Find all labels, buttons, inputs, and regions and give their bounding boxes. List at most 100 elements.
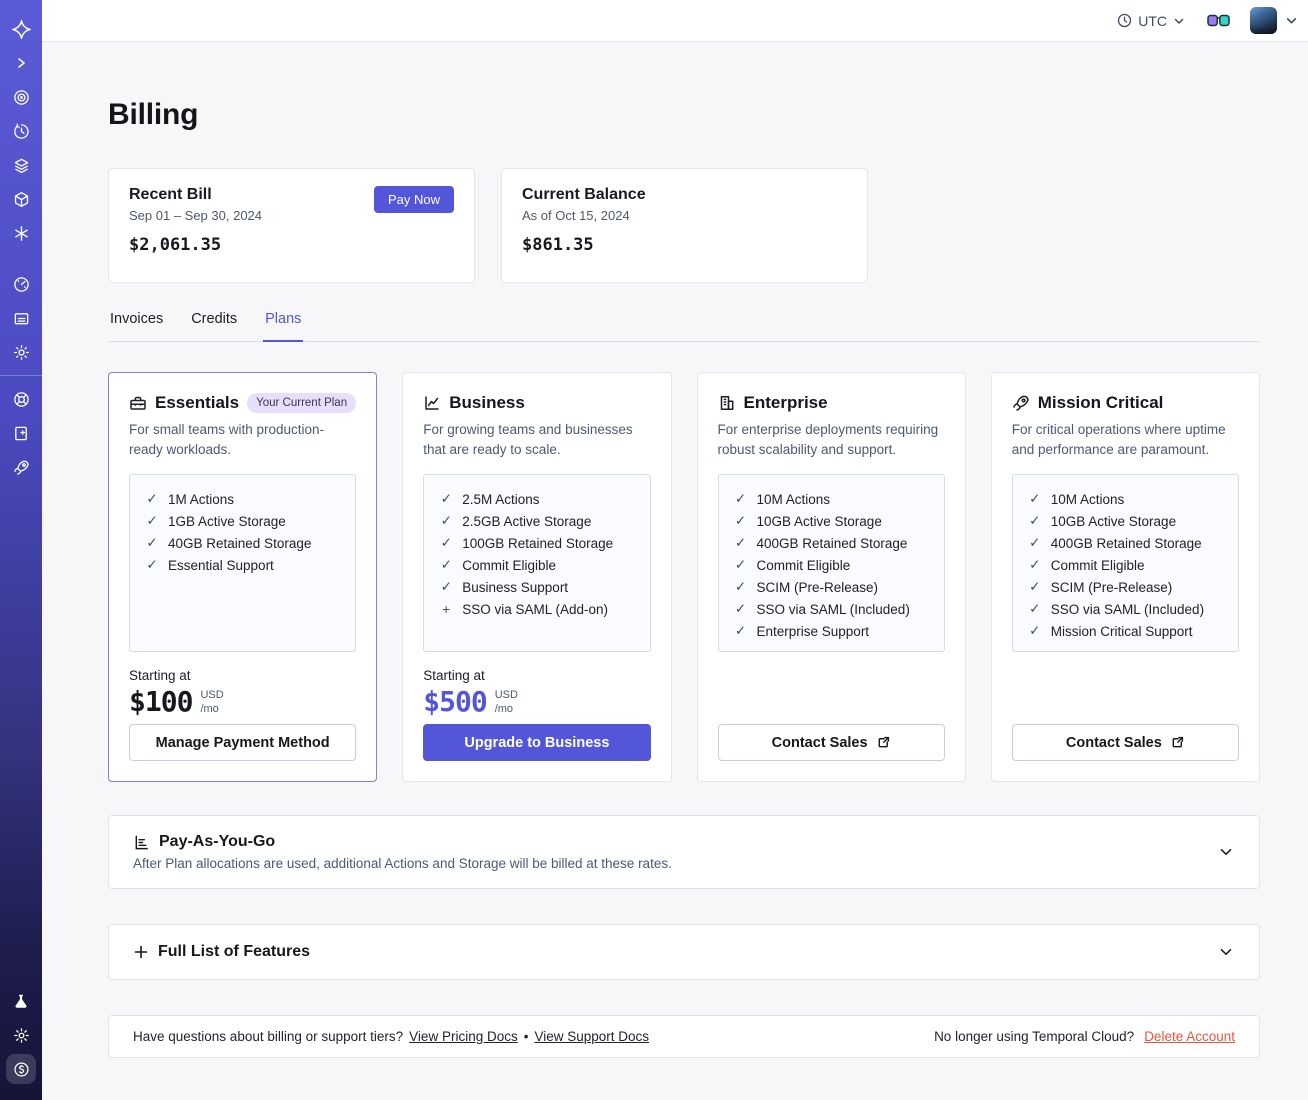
plan-feature-item: ✓ 1M Actions (145, 488, 340, 510)
check-icon: ✓ (734, 623, 747, 638)
temporal-logo-icon[interactable] (0, 12, 42, 46)
plan-price-block: Starting at $100 USD/mo (129, 668, 356, 718)
chevron-right-icon[interactable] (0, 46, 42, 80)
sidebar-item-billing-active[interactable] (0, 1052, 42, 1086)
plan-feature-item: ✓ 2.5GB Active Storage (439, 510, 634, 532)
delete-account-link[interactable]: Delete Account (1144, 1029, 1235, 1044)
sun-icon[interactable] (0, 1018, 42, 1052)
check-icon: ✓ (1029, 513, 1041, 528)
book-icon[interactable] (0, 416, 42, 450)
chevron-down-icon[interactable] (1217, 943, 1235, 961)
plan-feature-item: ✓ SCIM (Pre-Release) (1028, 576, 1223, 598)
cube-icon[interactable] (0, 182, 42, 216)
view-support-docs-link[interactable]: View Support Docs (534, 1029, 649, 1044)
plan-feature-text: 10GB Active Storage (756, 513, 882, 529)
plan-feature-item: ✓ 400GB Retained Storage (734, 532, 929, 554)
check-icon: ✓ (440, 535, 452, 550)
flask-icon[interactable] (0, 984, 42, 1018)
plan-feature-item: ✓ 40GB Retained Storage (145, 532, 340, 554)
asterisk-icon[interactable] (0, 216, 42, 250)
account-chevron-down-icon[interactable] (1285, 14, 1298, 27)
plan-feature-item: ✓ 1GB Active Storage (145, 510, 340, 532)
plan-name: Essentials (155, 393, 240, 412)
gear-icon[interactable] (0, 335, 42, 369)
sidebar-divider (0, 375, 42, 376)
pay-now-button[interactable]: Pay Now (373, 186, 454, 213)
recent-bill-card: Recent Bill Sep 01 – Sep 30, 2024 $2,061… (108, 168, 475, 283)
check-icon: ✓ (1029, 535, 1041, 550)
check-icon: ✓ (440, 491, 452, 506)
check-icon: ✓ (146, 557, 158, 572)
plan-feature-item: ✓ SCIM (Pre-Release) (734, 576, 929, 598)
tab-plans[interactable]: Plans (263, 311, 304, 342)
main-content: Billing Recent Bill Sep 01 – Sep 30, 202… (42, 42, 1308, 1100)
contact-sales-button[interactable]: Contact Sales (1011, 724, 1239, 761)
timezone-selector[interactable]: UTC (1117, 13, 1185, 29)
sidebar (0, 0, 42, 1100)
tab-invoices[interactable]: Invoices (108, 311, 165, 341)
clock-icon (1118, 13, 1132, 28)
plan-card-enterprise: Enterprise For enterprise deployments re… (696, 372, 966, 782)
current-balance-amount: $861.35 (522, 235, 594, 255)
plan-feature-item: ✓ SSO via SAML (Included) (1028, 598, 1223, 620)
current-balance-card: Current Balance As of Oct 15, 2024 $861.… (501, 168, 868, 283)
summary-row: Recent Bill Sep 01 – Sep 30, 2024 $2,061… (108, 168, 1260, 283)
plan-period: /mo (494, 703, 514, 716)
plan-feature-text: 10M Actions (756, 491, 831, 507)
plan-feature-item: ✓ Commit Eligible (1028, 554, 1223, 576)
plan-feature-item: ✓ Commit Eligible (734, 554, 929, 576)
plan-feature-text: SSO via SAML (Add-on) (462, 601, 609, 617)
plan-feature-item: ✓ 10GB Active Storage (1028, 510, 1223, 532)
chevron-down-icon[interactable] (1217, 843, 1235, 861)
accordion-title: Pay-As-You-Go (159, 833, 276, 850)
plan-card-mission-critical: Mission Critical For critical operations… (990, 372, 1260, 782)
check-icon: ✓ (440, 513, 452, 528)
chart-trend-icon (423, 394, 441, 412)
rocket-icon[interactable] (0, 450, 42, 484)
check-icon: ✓ (146, 491, 158, 506)
plan-feature-text: Mission Critical Support (1050, 623, 1193, 639)
upgrade-to-business-button[interactable]: Upgrade to Business (423, 724, 651, 761)
clock-icon[interactable] (0, 114, 42, 148)
plan-feature-item: ✓ 10GB Active Storage (734, 510, 929, 532)
plan-description: For critical operations where uptime and… (1011, 422, 1226, 457)
starting-at-label: Starting at (129, 668, 191, 683)
plan-feature-item: ✓ 400GB Retained Storage (1028, 532, 1223, 554)
user-avatar[interactable] (1250, 7, 1277, 34)
plan-name: Mission Critical (1037, 393, 1164, 412)
plan-features-box: ✓ 1M Actions ✓ 1GB Active Storage ✓ 40GB Reta… (129, 474, 357, 652)
view-pricing-docs-link[interactable]: View Pricing Docs (409, 1029, 518, 1044)
pay-as-you-go-accordion[interactable]: Pay-As-You-Go After Plan allocations are… (108, 815, 1260, 889)
plan-price: $500 (423, 685, 487, 718)
plan-feature-text: 40GB Retained Storage (168, 535, 312, 551)
plan-feature-item: ✓ 10M Actions (734, 488, 929, 510)
plan-price-block: Starting at $500 USD/mo (423, 668, 650, 718)
footer-right-question: No longer using Temporal Cloud? (934, 1029, 1135, 1044)
tab-credits[interactable]: Credits (189, 311, 239, 341)
contact-sales-button[interactable]: Contact Sales (717, 724, 945, 761)
3d-glasses-icon[interactable] (1207, 14, 1230, 28)
plan-feature-text: SSO via SAML (Included) (756, 601, 910, 617)
check-icon: ✓ (1029, 579, 1041, 594)
plan-feature-text: SCIM (Pre-Release) (1050, 579, 1173, 595)
billing-card-icon[interactable] (0, 301, 42, 335)
billing-footer: Have questions about billing or support … (108, 1015, 1260, 1058)
check-icon: ✓ (734, 491, 747, 506)
plan-feature-text: Commit Eligible (1050, 557, 1145, 573)
full-feature-list-accordion[interactable]: Full List of Features (108, 924, 1260, 980)
plan-features-box: ✓ 10M Actions ✓ 10GB Active Storage ✓ 400GB R… (717, 474, 945, 652)
accordion-description: After Plan allocations are used, additio… (133, 856, 672, 871)
plan-feature-item: ✓ SSO via SAML (Included) (734, 598, 929, 620)
plan-feature-text: 2.5M Actions (462, 491, 540, 507)
plan-name: Enterprise (743, 393, 828, 412)
concentric-circles-icon[interactable] (0, 80, 42, 114)
manage-payment-method-button[interactable]: Manage Payment Method (129, 724, 357, 761)
check-icon: ✓ (1029, 601, 1041, 616)
layers-icon[interactable] (0, 148, 42, 182)
plan-feature-item: ✓ Essential Support (145, 554, 340, 576)
plan-feature-text: Business Support (462, 579, 569, 595)
gauge-icon[interactable] (0, 267, 42, 301)
external-link-icon (1172, 736, 1183, 748)
lifebuoy-icon[interactable] (0, 382, 42, 416)
check-icon: ✓ (440, 557, 452, 572)
